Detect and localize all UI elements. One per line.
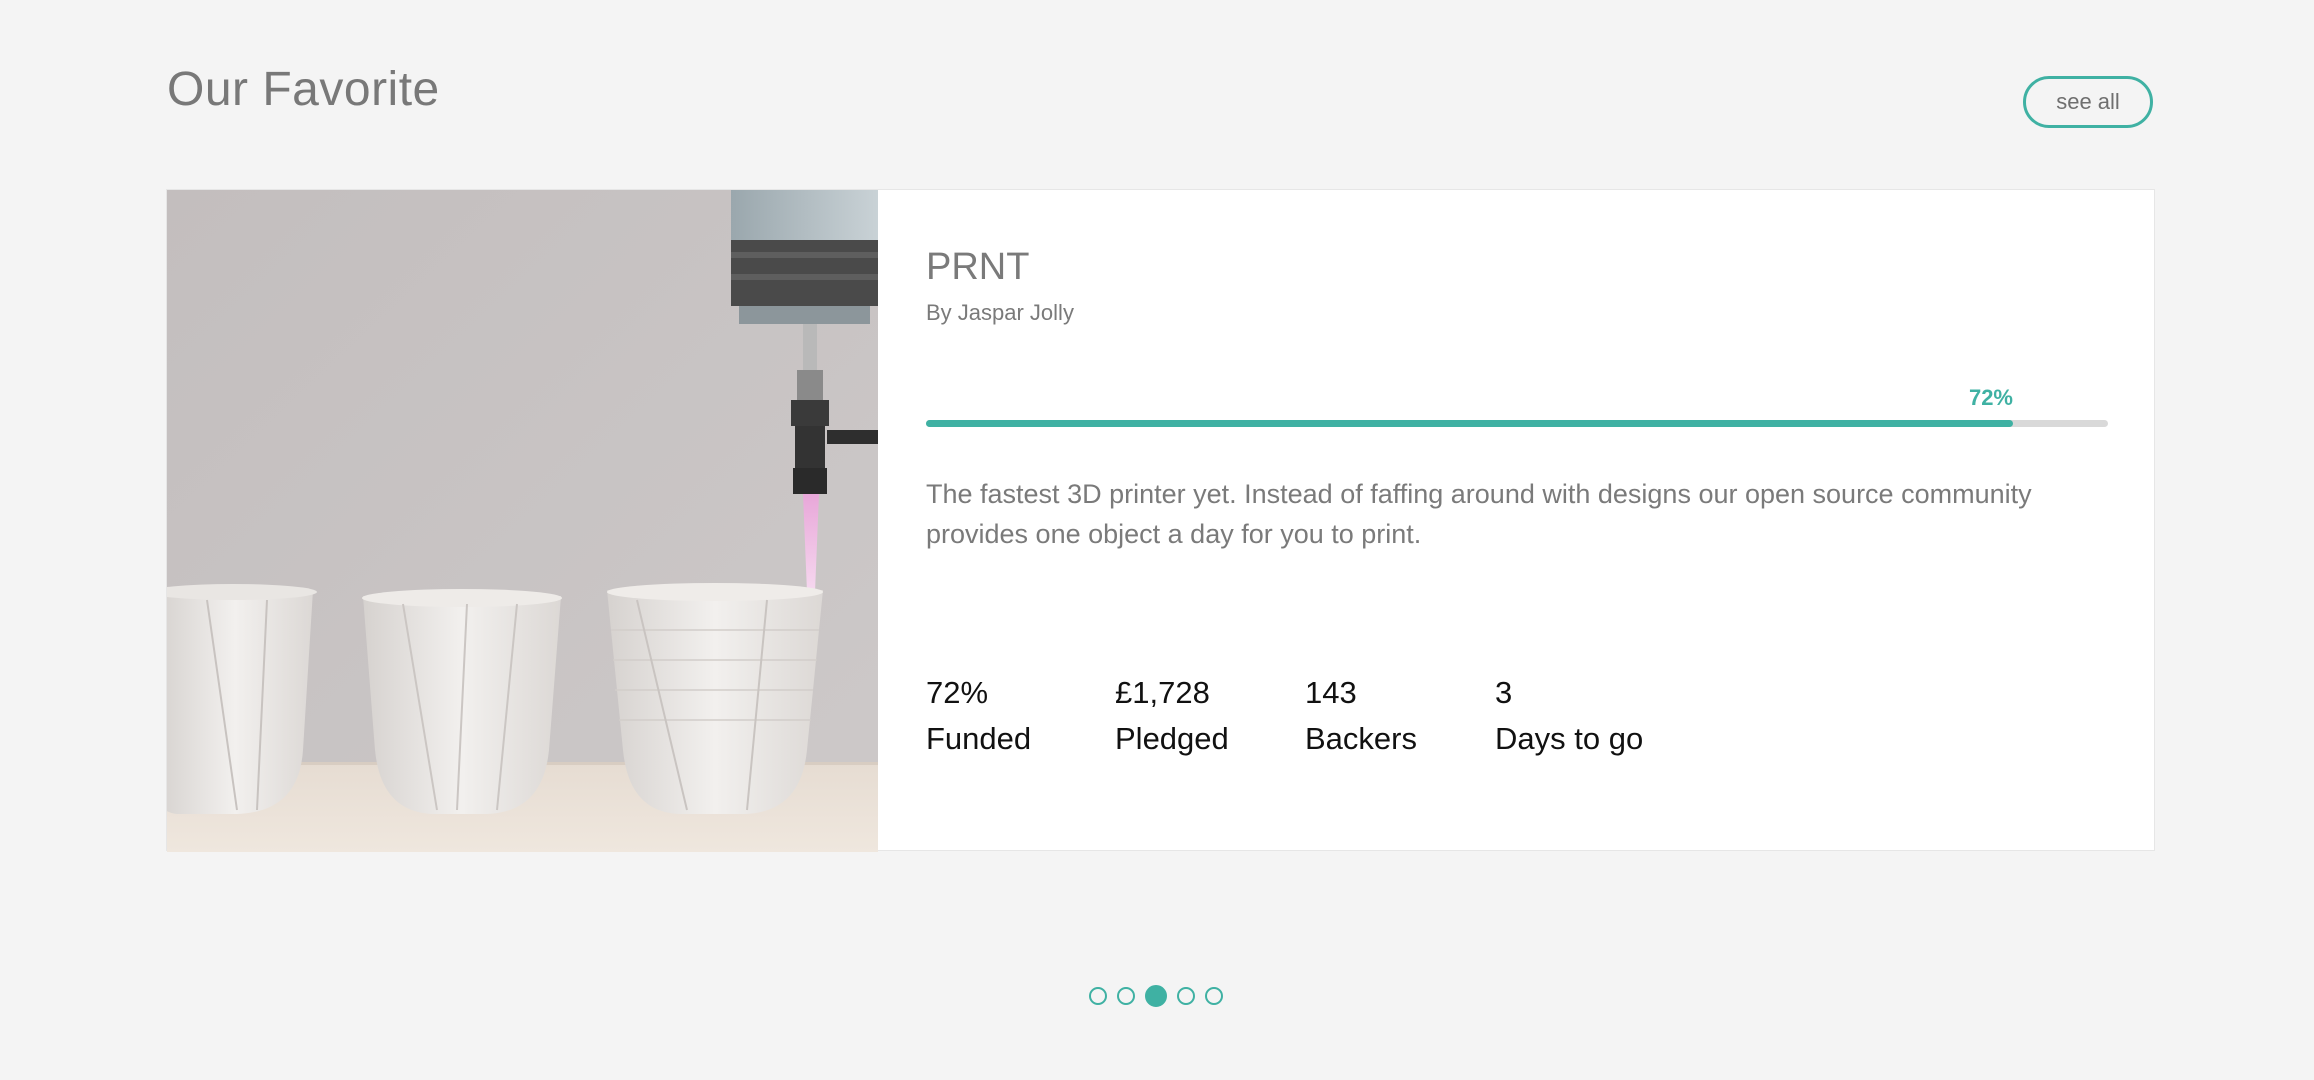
stat-funded: 72% Funded [926, 670, 1115, 762]
stat-value: 143 [1305, 675, 1357, 710]
project-title[interactable]: PRNT [926, 246, 1029, 289]
carousel-dot-3[interactable] [1145, 985, 1167, 1007]
project-description: The fastest 3D printer yet. Instead of f… [926, 479, 2032, 549]
progress-percent-label: 72% [1968, 385, 2013, 410]
carousel-dot-1[interactable] [1089, 987, 1107, 1005]
carousel-dot-5[interactable] [1205, 987, 1223, 1005]
section-title: Our Favorite [167, 63, 440, 116]
stat-value: 72% [926, 675, 989, 710]
featured-project-card[interactable]: PRNT By Jaspar Jolly 72% The fastest 3D … [166, 189, 2155, 852]
project-stats: 72% Funded £1,728 Pledged 143 Backers 3 … [926, 670, 1695, 762]
stat-pledged: £1,728 Pledged [1115, 670, 1305, 762]
stat-value: 3 [1495, 675, 1513, 710]
funding-progress-fill [926, 420, 2013, 427]
stat-days-to-go: 3 Days to go [1495, 670, 1695, 762]
funding-progress-bar [926, 420, 2108, 427]
stat-label: Funded [926, 721, 1032, 756]
stat-label: Days to go [1495, 721, 1644, 756]
carousel-dot-4[interactable] [1177, 987, 1195, 1005]
project-info: PRNT By Jaspar Jolly 72% The fastest 3D … [926, 190, 2108, 852]
stat-backers: 143 Backers [1305, 670, 1495, 762]
stat-label: Pledged [1115, 721, 1229, 756]
see-all-button[interactable]: see all [2023, 76, 2153, 128]
carousel-dot-2[interactable] [1117, 987, 1135, 1005]
3d-printer-cups-illustration [167, 190, 878, 852]
stat-value: £1,728 [1115, 675, 1210, 710]
project-author: By Jaspar Jolly [926, 300, 1074, 325]
stat-label: Backers [1305, 721, 1417, 756]
carousel-pagination [1089, 985, 1223, 1007]
project-image[interactable] [167, 190, 878, 852]
